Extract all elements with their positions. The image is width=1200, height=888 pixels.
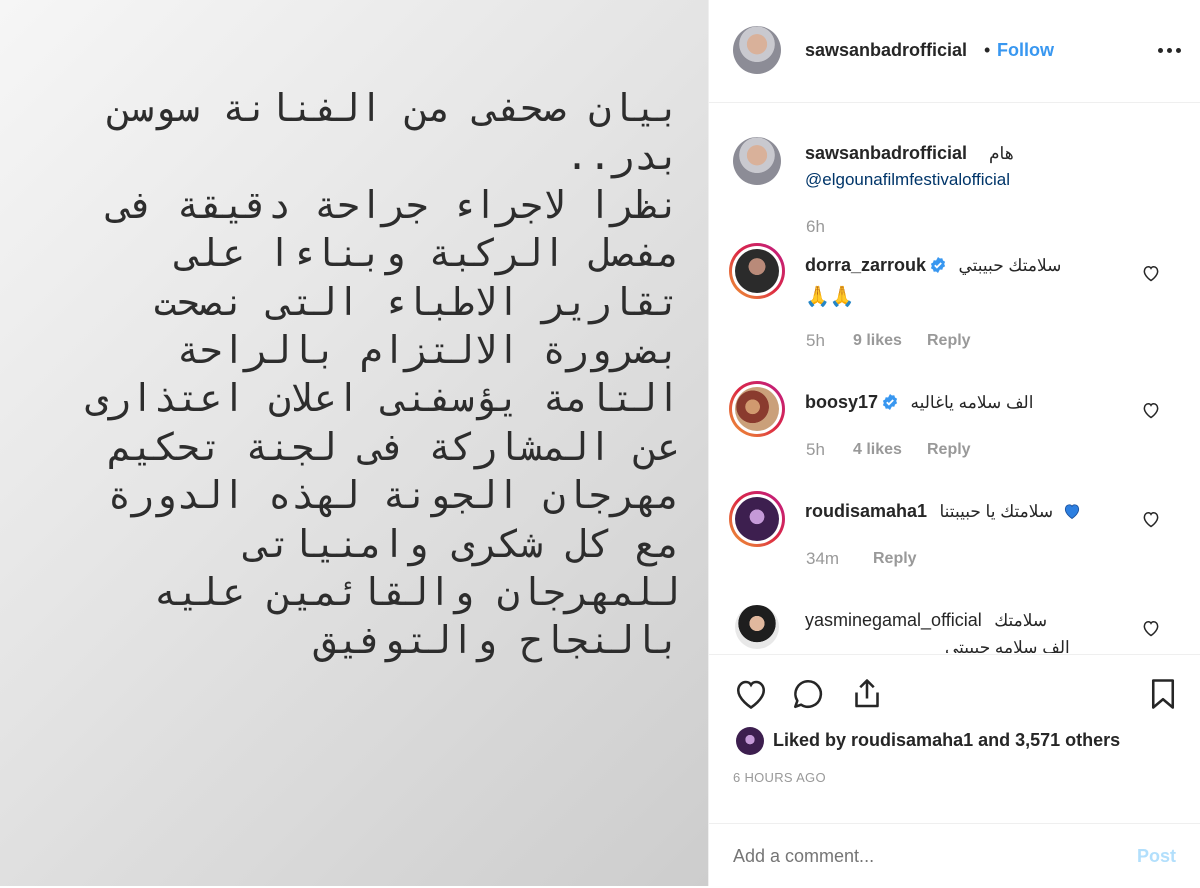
liked-by-line: Liked by roudisamaha1 and 3,571 others xyxy=(773,730,1120,751)
comment-header: boosy17 الف سلامه ياغاليه xyxy=(805,392,1033,413)
bookmark-icon[interactable] xyxy=(1145,676,1181,712)
liked-by-prefix: Liked by xyxy=(773,730,847,750)
liked-by-avatar[interactable] xyxy=(736,727,764,755)
caption-text: هام xyxy=(989,144,1014,163)
comment-username[interactable]: dorra_zarrouk xyxy=(805,255,926,275)
comment-text: سلامتك حبيبتي xyxy=(958,256,1062,275)
comment-text-line2: الف سلامه حبيبتي xyxy=(945,638,1070,653)
post-actions: Liked by roudisamaha1 and 3,571 others 6… xyxy=(709,654,1200,887)
comment-like-heart-icon[interactable] xyxy=(1141,263,1161,283)
liked-by-user[interactable]: roudisamaha1 xyxy=(851,730,973,750)
comment-time[interactable]: 5h xyxy=(806,331,825,351)
add-comment-bar: Post xyxy=(709,823,1200,888)
more-horizontal-icon[interactable] xyxy=(1157,40,1185,60)
liked-by-others[interactable]: 3,571 others xyxy=(1015,730,1120,750)
comment-emoji: 🙏🙏 xyxy=(805,286,855,308)
verified-badge-icon xyxy=(882,394,898,410)
verified-badge-icon xyxy=(930,257,946,273)
comment-username[interactable]: boosy17 xyxy=(805,392,878,412)
comment-avatar-ring[interactable] xyxy=(729,243,785,299)
caption-username[interactable]: sawsanbadrofficial xyxy=(805,143,967,164)
author-avatar[interactable] xyxy=(733,26,781,74)
comment-time[interactable]: 5h xyxy=(806,440,825,460)
comment-icon[interactable] xyxy=(790,676,826,712)
comment-header: dorra_zarrouk سلامتك حبيبتي xyxy=(805,255,1061,276)
reply-button[interactable]: Reply xyxy=(927,441,971,459)
reply-button[interactable]: Reply xyxy=(927,332,971,350)
comment-username[interactable]: roudisamaha1 xyxy=(805,501,927,521)
caption-mention-link[interactable]: @elgounafilmfestivalofficial xyxy=(805,170,1010,190)
header-separator: • xyxy=(984,40,991,60)
caption-avatar[interactable] xyxy=(733,137,781,185)
comment-like-heart-icon[interactable] xyxy=(1141,400,1161,420)
share-icon[interactable] xyxy=(849,676,885,712)
comment-avatar-ring[interactable] xyxy=(729,491,785,547)
comment-avatar[interactable] xyxy=(735,605,779,649)
comment-avatar xyxy=(735,387,779,431)
comment-text: سلامتك يا حبيبتنا xyxy=(939,502,1054,521)
comment-time[interactable]: 34m xyxy=(806,549,839,569)
reply-button[interactable]: Reply xyxy=(873,550,917,568)
follow-button[interactable]: Follow xyxy=(997,40,1054,61)
comment-likes[interactable]: 4 likes xyxy=(853,441,902,459)
blue-heart-icon xyxy=(1064,504,1079,519)
post-side-panel: sawsanbadrofficial • Follow sawsanbadrof… xyxy=(708,0,1200,886)
liked-by-and: and xyxy=(978,730,1011,750)
comment-like-heart-icon[interactable] xyxy=(1141,509,1161,529)
heart-icon[interactable] xyxy=(733,676,769,712)
post-comment-button[interactable]: Post xyxy=(1137,846,1176,867)
comment-header: roudisamaha1 سلامتك يا حبيبتنا xyxy=(805,501,1082,522)
comment-avatar xyxy=(735,497,779,541)
comment-header: yasminegamal_official سلامتك xyxy=(805,610,1047,631)
comment-avatar xyxy=(735,249,779,293)
add-comment-input[interactable] xyxy=(731,838,1115,874)
comment-text: الف سلامه ياغاليه xyxy=(910,393,1034,412)
post-image: بيان صحفى من الفنانة سوسن بدر.. نظرا لاج… xyxy=(0,0,708,886)
comment-like-heart-icon[interactable] xyxy=(1141,618,1161,638)
comments-list[interactable]: sawsanbadrofficial هام @elgounafilmfesti… xyxy=(709,103,1200,653)
comment-text: سلامتك xyxy=(994,611,1048,630)
post-timestamp[interactable]: 6 HOURS AGO xyxy=(733,770,826,785)
author-username[interactable]: sawsanbadrofficial xyxy=(805,40,967,61)
comment-likes[interactable]: 9 likes xyxy=(853,332,902,350)
post-image-text: بيان صحفى من الفنانة سوسن بدر.. نظرا لاج… xyxy=(85,86,680,663)
comment-username[interactable]: yasminegamal_official xyxy=(805,610,982,630)
comment-avatar-ring[interactable] xyxy=(729,381,785,437)
caption-time[interactable]: 6h xyxy=(806,217,825,237)
post-header: sawsanbadrofficial • Follow xyxy=(709,0,1200,103)
